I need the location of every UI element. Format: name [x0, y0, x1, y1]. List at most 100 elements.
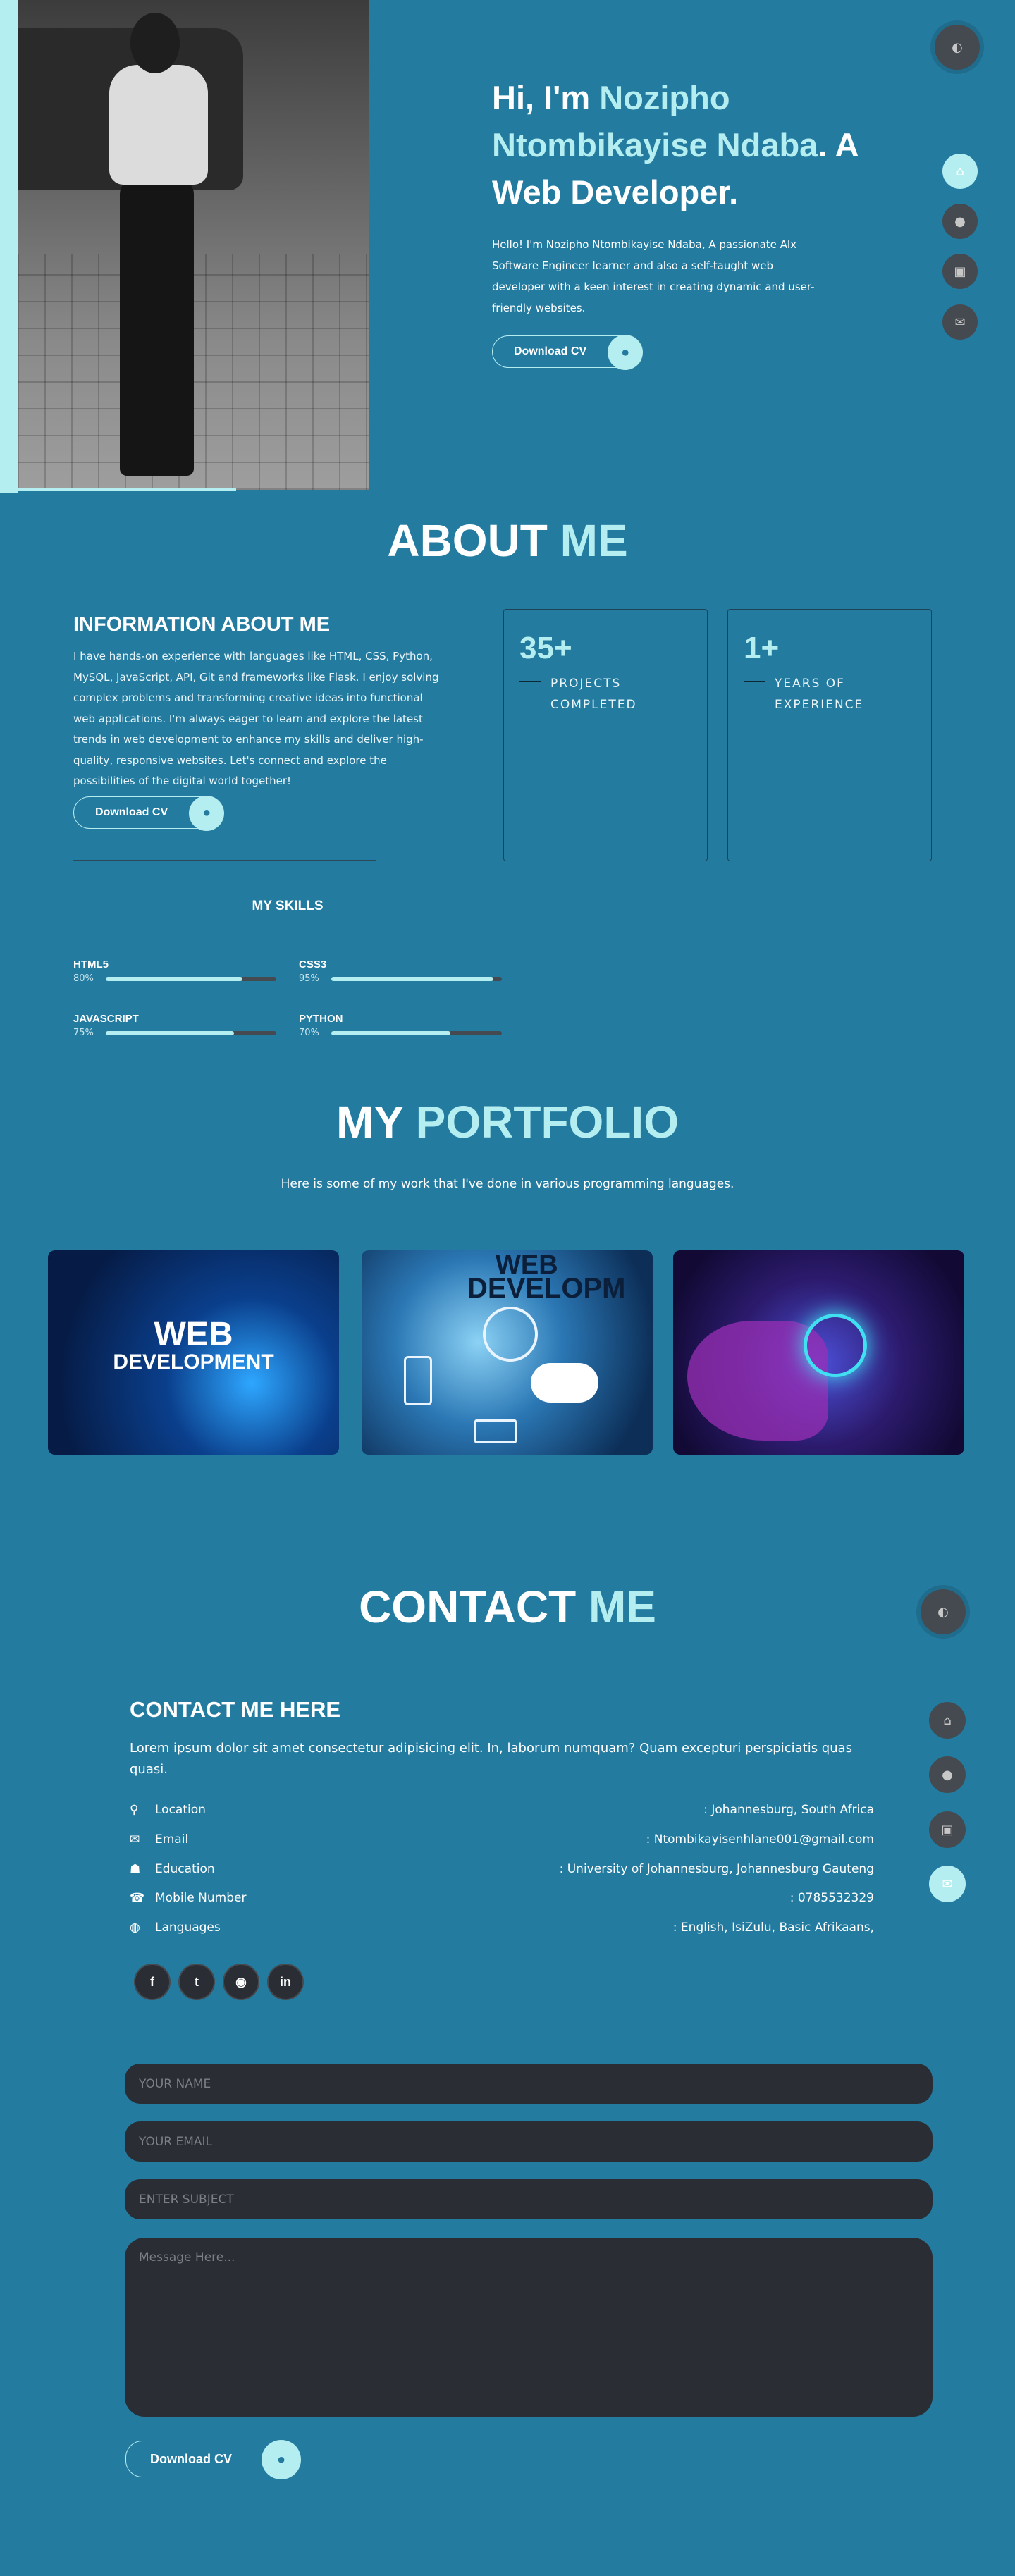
about-download-cv-button[interactable]: Download CV ●: [73, 795, 225, 831]
email-input[interactable]: [125, 2121, 933, 2162]
nav-home-button[interactable]: ⌂: [942, 154, 978, 189]
download-icon: ●: [262, 2440, 301, 2479]
info-value: : University of Johannesburg, Johannesbu…: [559, 1862, 874, 1876]
hero-title: Hi, I'm Nozipho Ntombikayise Ndaba. A We…: [492, 74, 859, 216]
skills-title: MY SKILLS: [252, 899, 324, 913]
skill-track: [331, 1030, 502, 1035]
envelope-icon: ✉: [942, 1876, 953, 1892]
contact-heading: CONTACT ME HERE: [130, 1697, 341, 1722]
contact-submit-label: Download CV: [150, 2451, 232, 2466]
laptop-icon: [474, 1419, 517, 1443]
stat-number: 1+: [744, 631, 780, 665]
portfolio-title-main: MY: [336, 1097, 416, 1147]
twitter-icon: t: [195, 1974, 199, 1989]
info-value: : 0785532329: [789, 1891, 874, 1905]
info-label: Email: [155, 1832, 189, 1847]
facebook-link[interactable]: f: [134, 1964, 171, 2000]
portfolio-title: MY PORTFOLIO: [0, 1096, 1015, 1148]
stat-label-line2: EXPERIENCE: [775, 698, 864, 712]
skill-fill: [331, 976, 493, 981]
about-title: ABOUT ME: [0, 514, 1015, 567]
about-title-accent: ME: [560, 515, 628, 566]
graduation-icon: ☗: [130, 1862, 141, 1876]
stat-label: YEARS OF EXPERIENCE: [775, 673, 916, 715]
info-label: Location: [155, 1803, 206, 1817]
skill-name: JAVASCRIPT: [73, 1013, 139, 1025]
nav-portfolio-button[interactable]: ▣: [929, 1811, 966, 1848]
stat-label-line1: PROJECTS: [550, 677, 622, 691]
map-pin-icon: ⚲: [130, 1803, 139, 1817]
download-icon: ●: [189, 795, 225, 831]
skill-percent: 80%: [73, 973, 94, 984]
portfolio-card-title: WEB: [154, 1316, 233, 1353]
skill-track: [106, 1030, 276, 1035]
globe-icon: [483, 1307, 538, 1362]
skill-track: [106, 976, 276, 981]
info-label: Mobile Number: [155, 1891, 247, 1905]
skill-html5: HTML5 80%: [73, 959, 276, 984]
cloud-icon: [531, 1363, 598, 1403]
nav-portfolio-button[interactable]: ▣: [942, 254, 978, 289]
stat-divider: [744, 681, 765, 682]
nav-about-button[interactable]: ●: [929, 1756, 966, 1793]
photo-person-shirt: [109, 65, 208, 185]
user-icon: ●: [942, 1767, 953, 1782]
skill-track: [331, 976, 502, 981]
skill-css3: CSS3 95%: [299, 959, 502, 984]
hero-greeting: Hi, I'm: [492, 79, 600, 116]
about-underline: [73, 860, 376, 861]
theme-toggle-button[interactable]: ◐: [921, 1589, 966, 1634]
contact-info-languages: ◍ Languages : English, IsiZulu, Basic Af…: [130, 1917, 874, 1938]
stat-divider: [519, 681, 541, 682]
hero-accent-bar: [0, 0, 18, 493]
briefcase-icon: ▣: [941, 1822, 954, 1837]
nav-contact-button[interactable]: ✉: [942, 304, 978, 340]
phone-icon: ☎: [130, 1891, 145, 1905]
contact-title: CONTACT ME: [0, 1581, 1015, 1633]
stat-card-projects: 35+ PROJECTS COMPLETED: [503, 609, 708, 861]
envelope-icon: ✉: [130, 1832, 140, 1847]
about-info-text: I have hands-on experience with language…: [73, 650, 439, 787]
nav-about-button[interactable]: ●: [942, 204, 978, 239]
linkedin-link[interactable]: in: [267, 1964, 304, 2000]
twitter-link[interactable]: t: [178, 1964, 215, 2000]
info-value: : Ntombikayisenhlane001@gmail.com: [646, 1832, 874, 1847]
name-input[interactable]: [125, 2064, 933, 2104]
skill-name: CSS3: [299, 959, 327, 970]
info-label: Education: [155, 1862, 215, 1876]
skill-fill: [331, 1030, 451, 1035]
contact-title-main: CONTACT: [359, 1582, 589, 1632]
hero-description: Hello! I'm Nozipho Ntombikayise Ndaba, A…: [492, 238, 815, 314]
nav-home-button[interactable]: ⌂: [929, 1702, 966, 1739]
message-input[interactable]: [125, 2238, 933, 2417]
hero-download-cv-button[interactable]: Download CV ●: [492, 335, 644, 370]
skill-javascript: JAVASCRIPT 75%: [73, 1013, 276, 1038]
portfolio-subtitle: Here is some of my work that I've done i…: [281, 1177, 734, 1191]
home-icon: ⌂: [956, 164, 964, 179]
linkedin-icon: in: [280, 1974, 291, 1989]
skill-percent: 75%: [73, 1028, 94, 1038]
portfolio-card-subtitle: DEVELOPMENT: [113, 1350, 274, 1374]
contact-submit-button[interactable]: Download CV ●: [125, 2440, 301, 2479]
phone-icon: [404, 1356, 432, 1405]
theme-toggle-button[interactable]: ◐: [935, 25, 980, 70]
portfolio-title-accent: PORTFOLIO: [415, 1097, 679, 1147]
photo-person-head: [130, 13, 180, 73]
hero-underline: [0, 488, 236, 491]
hero-text: Hi, I'm Nozipho Ntombikayise Ndaba. A We…: [492, 74, 859, 370]
info-label: Languages: [155, 1921, 221, 1935]
stat-label: PROJECTS COMPLETED: [550, 673, 691, 715]
envelope-icon: ✉: [954, 314, 966, 330]
home-icon: ⌂: [943, 1713, 952, 1728]
contact-info-mobile: ☎ Mobile Number : 0785532329: [130, 1887, 874, 1909]
portfolio-card-3[interactable]: [673, 1250, 964, 1455]
github-link[interactable]: ◉: [223, 1964, 259, 2000]
globe-icon: ◍: [130, 1921, 140, 1935]
info-value: : Johannesburg, South Africa: [703, 1803, 874, 1817]
contrast-icon: ◐: [937, 1604, 949, 1620]
portfolio-card-2[interactable]: WEB DEVELOPM: [362, 1250, 653, 1455]
subject-input[interactable]: [125, 2179, 933, 2219]
skill-name: HTML5: [73, 959, 109, 970]
nav-contact-button[interactable]: ✉: [929, 1866, 966, 1902]
portfolio-card-1[interactable]: WEB DEVELOPMENT: [48, 1250, 339, 1455]
